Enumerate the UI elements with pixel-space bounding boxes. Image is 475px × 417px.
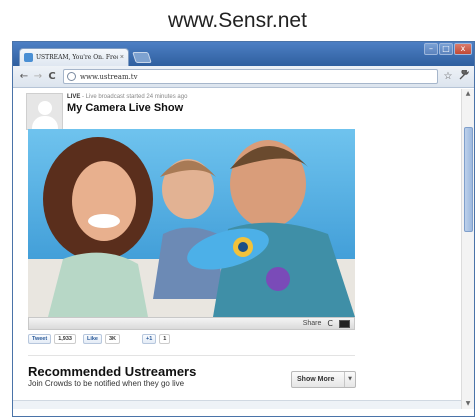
tweet-button[interactable]: Tweet xyxy=(28,334,52,344)
close-window-button[interactable]: x xyxy=(454,43,472,55)
refresh-icon[interactable]: C xyxy=(327,319,333,328)
scroll-up-icon[interactable]: ▲ xyxy=(462,89,474,99)
recommended-title: Recommended Ustreamers xyxy=(28,364,197,379)
show-title[interactable]: My Camera Live Show xyxy=(67,102,183,114)
facebook-like-button[interactable]: Like xyxy=(82,334,102,344)
horizontal-scrollbar[interactable] xyxy=(13,400,462,409)
window-controls: – □ x xyxy=(424,43,472,55)
minimize-button[interactable]: – xyxy=(424,43,438,55)
like-count: 3K xyxy=(104,334,120,344)
live-status-text: - Live broadcast started 24 minutes ago xyxy=(80,94,188,100)
share-button[interactable]: Share xyxy=(303,320,322,327)
show-more-label: Show More xyxy=(297,376,335,383)
tweet-count: 1,933 xyxy=(54,334,76,344)
video-control-bar: Share C xyxy=(28,317,355,330)
browser-window: USTREAM, You're On. Free L × – □ x ← → C… xyxy=(12,41,475,417)
vertical-scrollbar[interactable]: ▲ ▼ xyxy=(461,89,474,409)
url-text[interactable]: www.ustream.tv xyxy=(80,73,138,81)
scrollbar-thumb[interactable] xyxy=(464,127,473,232)
bookmark-star-icon[interactable]: ☆ xyxy=(442,71,454,82)
address-bar[interactable]: www.ustream.tv xyxy=(63,69,438,84)
page-content: LIVE - Live broadcast started 24 minutes… xyxy=(13,89,462,409)
new-tab-button[interactable] xyxy=(132,52,152,63)
forward-icon[interactable]: → xyxy=(31,71,45,82)
scroll-down-icon[interactable]: ▼ xyxy=(462,399,474,409)
avatar-body-shape xyxy=(32,116,58,129)
tab-title: USTREAM, You're On. Free L xyxy=(36,54,118,61)
site-title: www.Sensr.net xyxy=(168,9,307,32)
plus-one-count: 1 xyxy=(159,334,171,344)
social-bar: Tweet 1,933 Like 3K +1 1 xyxy=(28,334,171,344)
live-status-line: LIVE - Live broadcast started 24 minutes… xyxy=(67,94,187,100)
globe-icon xyxy=(67,72,76,81)
browser-titlebar: USTREAM, You're On. Free L × – □ x xyxy=(13,42,474,66)
broadcaster-avatar[interactable] xyxy=(26,93,63,130)
fullscreen-icon[interactable] xyxy=(339,319,350,328)
browser-tab[interactable]: USTREAM, You're On. Free L × xyxy=(19,48,129,66)
plus-one-button[interactable]: +1 xyxy=(142,334,157,344)
avatar-head-shape xyxy=(38,101,52,115)
wrench-icon[interactable] xyxy=(458,68,470,83)
ustream-favicon-icon xyxy=(24,53,33,62)
tab-close-icon[interactable]: × xyxy=(120,54,124,61)
recommended-subtitle: Join Crowds to be notified when they go … xyxy=(28,379,185,388)
section-divider xyxy=(28,355,355,356)
live-badge: LIVE xyxy=(67,94,81,100)
video-frame-illustration xyxy=(28,129,355,317)
show-more-button[interactable]: Show More ▼ xyxy=(291,371,356,388)
chevron-down-icon[interactable]: ▼ xyxy=(344,372,355,387)
maximize-button[interactable]: □ xyxy=(439,43,453,55)
reload-icon[interactable]: C xyxy=(45,71,59,82)
back-icon[interactable]: ← xyxy=(17,71,31,82)
video-player[interactable] xyxy=(28,129,355,317)
browser-toolbar: ← → C www.ustream.tv ☆ xyxy=(13,66,474,88)
